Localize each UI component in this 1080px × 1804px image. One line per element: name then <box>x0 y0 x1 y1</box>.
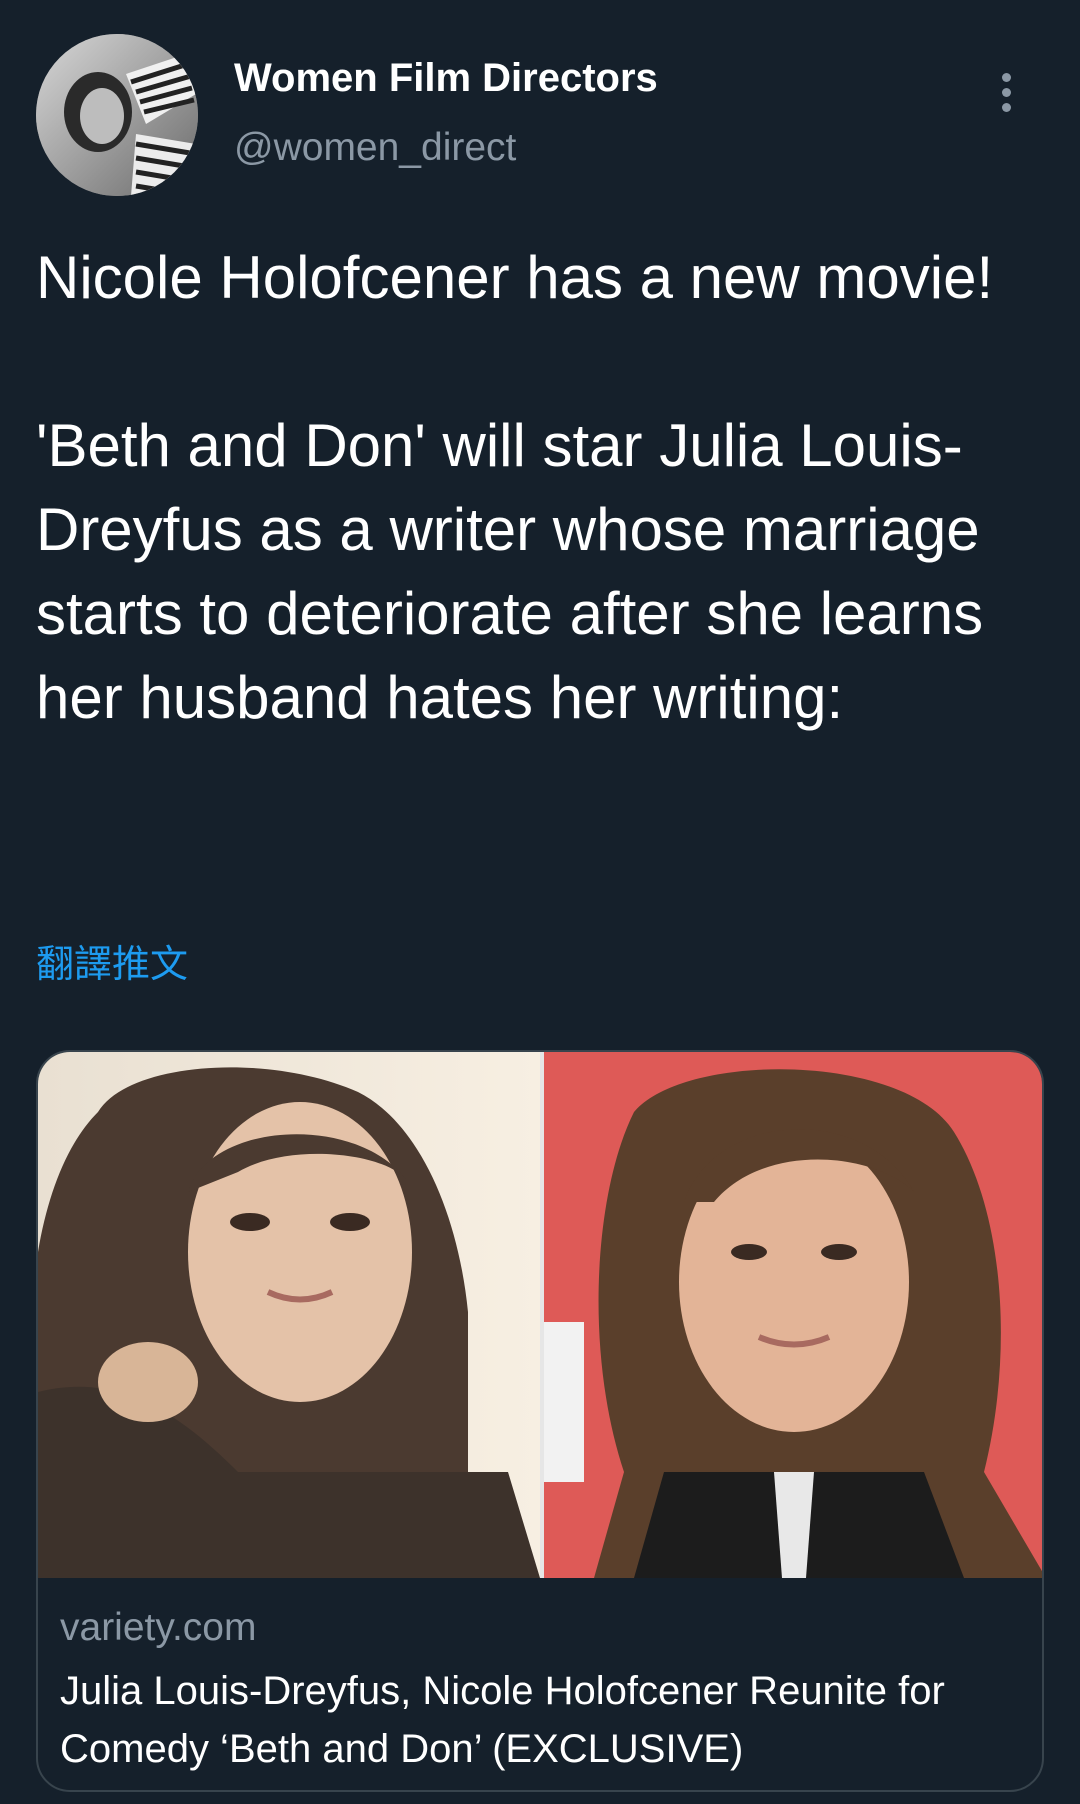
card-domain: variety.com <box>60 1606 257 1649</box>
more-dot <box>1001 102 1011 112</box>
card-title: Julia Louis-Dreyfus, Nicole Holofcener R… <box>60 1669 945 1771</box>
more-dot <box>1001 87 1011 97</box>
tweet-text: Nicole Holofcener has a new movie! 'Beth… <box>36 244 994 731</box>
link-preview-card[interactable]: variety.com Julia Louis-Dreyfus, Nicole … <box>36 1050 1044 1792</box>
author-display-name[interactable]: Women Film Directors <box>234 54 658 102</box>
more-dot <box>1001 72 1011 82</box>
avatar-photo <box>36 34 198 196</box>
author-info[interactable]: Women Film Directors @women_direct <box>234 54 658 172</box>
author-handle[interactable]: @women_direct <box>234 124 658 172</box>
avatar[interactable] <box>36 34 198 196</box>
card-meta: variety.com Julia Louis-Dreyfus, Nicole … <box>60 1604 1020 1778</box>
more-options-icon[interactable] <box>986 62 1026 122</box>
card-image-right <box>544 1052 1042 1578</box>
tweet-header: Women Film Directors @women_direct <box>36 34 1044 198</box>
translate-tweet-link[interactable]: 翻譯推文 <box>36 940 188 988</box>
card-image-left <box>38 1052 544 1578</box>
card-image-area <box>38 1052 1042 1578</box>
